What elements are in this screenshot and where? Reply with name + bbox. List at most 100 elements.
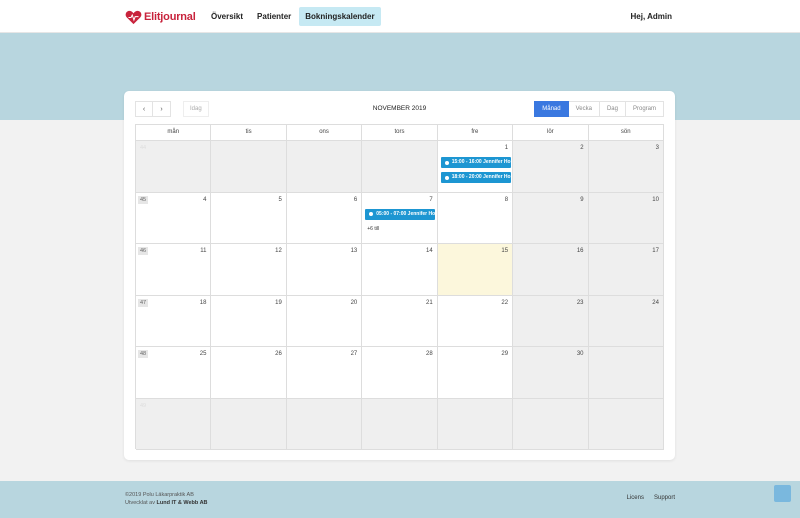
week-number[interactable]: 47	[138, 298, 149, 307]
developer-credit: Utvecklat av Lund IT & Webb AB	[125, 500, 208, 506]
day-cell[interactable]: 29	[437, 347, 514, 399]
day-cell[interactable]: 16	[513, 244, 589, 296]
day-cell[interactable]	[362, 141, 438, 193]
day-number: 22	[501, 299, 509, 306]
day-cell[interactable]: 24	[588, 295, 664, 347]
license-link[interactable]: Licens	[627, 495, 644, 501]
day-number: 23	[576, 299, 584, 306]
week-number[interactable]: 49	[138, 402, 148, 410]
day-number: 8	[504, 196, 509, 203]
day-number: 21	[426, 299, 433, 306]
calendar-event[interactable]: 18:00 - 20:00 Jennifer Ho	[440, 172, 511, 183]
day-cell[interactable]: 26	[211, 347, 287, 399]
day-cell[interactable]: 49	[136, 398, 212, 450]
developer-prefix: Utvecklat av	[125, 500, 155, 506]
day-number: 28	[426, 351, 433, 357]
day-cell[interactable]	[211, 141, 287, 193]
calendar-event[interactable]: 15:00 - 16:00 Jennifer Ho	[440, 157, 511, 168]
day-cell[interactable]: 9	[513, 192, 589, 244]
scroll-top-button[interactable]	[774, 485, 791, 502]
day-number: 19	[275, 299, 282, 306]
day-cell[interactable]: 1 15:00 - 16:00 Jennifer Ho 18:00 - 20:0…	[437, 141, 514, 193]
week-number[interactable]: 44	[138, 144, 148, 152]
day-number: 11	[200, 248, 207, 254]
day-cell[interactable]: 21	[362, 295, 438, 347]
brand-logo[interactable]: Elitjournal	[125, 9, 196, 25]
day-number: 29	[501, 351, 509, 357]
day-cell[interactable]: 27	[286, 347, 363, 399]
day-cell[interactable]: 14	[362, 244, 438, 296]
day-cell[interactable]: 20	[286, 295, 363, 347]
view-week-button[interactable]: Vecka	[568, 101, 600, 117]
day-cell[interactable]: 13	[286, 244, 363, 296]
heart-logo-icon	[125, 10, 142, 24]
day-cell[interactable]	[588, 347, 664, 399]
day-cell[interactable]: 46 11	[136, 244, 212, 296]
day-cell[interactable]: 12	[211, 244, 287, 296]
day-number: 14	[426, 248, 433, 254]
week-number[interactable]: 46	[138, 247, 149, 255]
day-cell[interactable]: 19	[211, 295, 287, 347]
day-cell[interactable]: 44	[136, 141, 212, 193]
day-cell[interactable]	[211, 398, 287, 450]
day-number: 6	[353, 196, 358, 203]
day-number: 27	[350, 351, 358, 357]
view-month-button[interactable]: Månad	[534, 101, 569, 117]
day-number: 24	[652, 299, 659, 306]
event-label: 15:00 - 16:00 Jennifer Ho	[451, 159, 511, 165]
developer-link[interactable]: Lund IT & Webb AB	[157, 500, 208, 506]
main-nav: Översikt Patienter Bokningskalender	[205, 7, 383, 26]
nav-oversikt[interactable]: Översikt	[205, 7, 249, 26]
week-row: 47 18 19 20 21 22 23 24	[136, 295, 664, 347]
day-cell[interactable]: 6	[286, 192, 363, 244]
weekday-wed: ons	[286, 125, 363, 141]
day-number: 4	[203, 196, 207, 203]
event-dot-icon	[369, 212, 374, 216]
day-number: 10	[652, 196, 659, 203]
day-cell[interactable]: 28	[362, 347, 438, 399]
day-cell[interactable]: 7 05:00 - 07:00 Jennifer Ho +6 till	[362, 192, 438, 244]
user-greeting[interactable]: Hej, Admin	[631, 12, 672, 21]
view-agenda-button[interactable]: Program	[625, 101, 664, 117]
day-cell-today[interactable]: 15	[437, 244, 514, 296]
day-cell[interactable]: 3	[588, 141, 664, 193]
day-cell[interactable]: 45 4	[136, 192, 212, 244]
day-cell[interactable]: 10	[588, 192, 664, 244]
view-day-button[interactable]: Dag	[599, 101, 626, 117]
nav-bokningskalender[interactable]: Bokningskalender	[299, 7, 381, 26]
day-cell[interactable]: 2	[513, 141, 589, 193]
day-number: 26	[275, 351, 282, 357]
nav-patienter[interactable]: Patienter	[251, 7, 297, 26]
week-number[interactable]: 45	[138, 195, 149, 204]
event-dot-icon	[444, 160, 449, 165]
day-cell[interactable]: 22	[437, 295, 514, 347]
day-cell[interactable]	[437, 398, 514, 450]
day-cell[interactable]: 47 18	[136, 295, 212, 347]
week-row: 44 1 15:00 - 16:00 Jennifer Ho 18:00 - 2…	[136, 141, 664, 193]
day-cell[interactable]: 17	[588, 244, 664, 296]
day-cell[interactable]	[513, 398, 589, 450]
day-number: 9	[580, 196, 584, 203]
weekday-thu: tors	[362, 125, 438, 141]
more-events-link[interactable]: +6 till	[367, 226, 379, 232]
day-cell[interactable]	[588, 398, 664, 450]
day-cell[interactable]: 23	[513, 295, 589, 347]
week-number[interactable]: 48	[138, 350, 149, 358]
day-number: 25	[199, 351, 207, 357]
month-grid: mån tis ons tors fre lör sön 44 1 15:00 …	[135, 124, 664, 450]
calendar-event[interactable]: 05:00 - 07:00 Jennifer Ho	[365, 208, 436, 220]
day-cell[interactable]	[286, 398, 363, 450]
support-link[interactable]: Support	[654, 495, 675, 501]
day-number: 12	[275, 248, 282, 254]
calendar-toolbar: ‹ › Idag NOVEMBER 2019 Månad Vecka Dag P…	[135, 101, 664, 117]
day-cell[interactable]: 30	[513, 347, 589, 399]
day-number: 30	[576, 351, 584, 357]
day-cell[interactable]: 8	[437, 192, 514, 244]
day-number: 15	[501, 248, 509, 254]
weekday-fri: fre	[437, 125, 514, 141]
day-cell[interactable]	[286, 141, 363, 193]
day-cell[interactable]	[362, 398, 438, 450]
day-cell[interactable]: 5	[211, 192, 287, 244]
day-cell[interactable]: 48 25	[136, 347, 212, 399]
weekday-header: mån tis ons tors fre lör sön	[136, 125, 664, 141]
